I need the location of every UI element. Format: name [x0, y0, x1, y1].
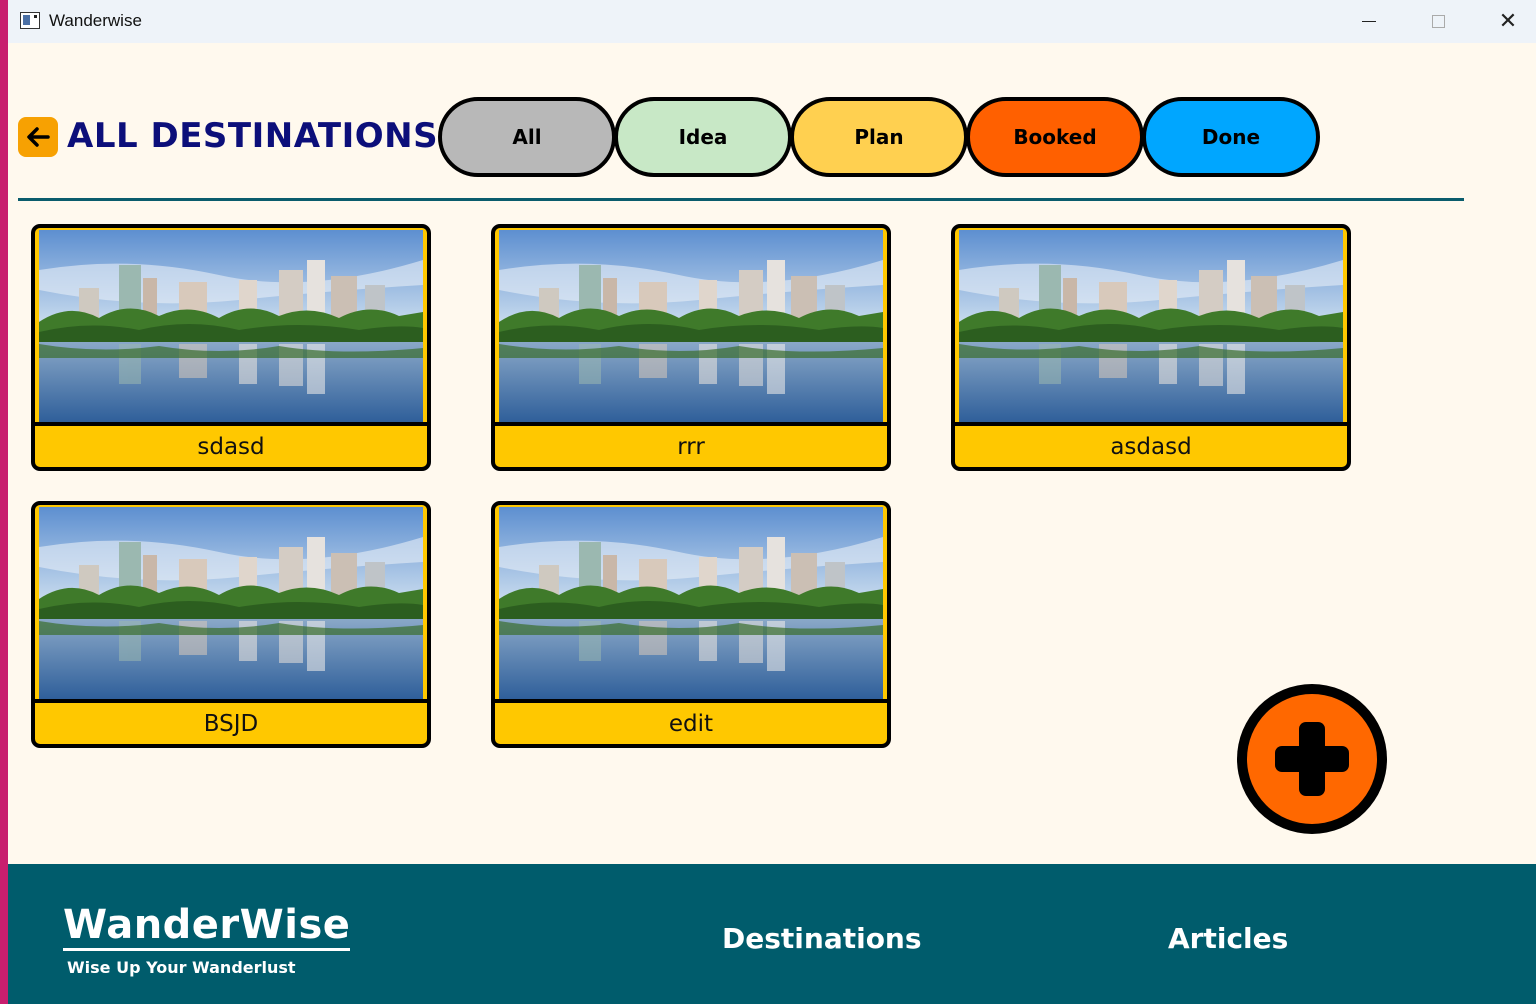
maximize-icon [1431, 15, 1445, 28]
destination-card[interactable]: BSJD [31, 501, 431, 748]
destination-name: BSJD [35, 699, 427, 744]
app-window: Wanderwise ✕ ALL DESTINATIONS All Idea P… [8, 0, 1536, 1004]
filter-booked-button[interactable]: Booked [966, 97, 1144, 177]
destination-card[interactable]: sdasd [31, 224, 431, 471]
destination-name: sdasd [35, 422, 427, 467]
filter-all-button[interactable]: All [438, 97, 616, 177]
add-destination-button[interactable] [1237, 684, 1387, 834]
destination-card[interactable]: asdasd [951, 224, 1351, 471]
destination-photo [499, 507, 883, 699]
header-divider [18, 198, 1464, 201]
filter-idea-button[interactable]: Idea [614, 97, 792, 177]
plus-icon [1247, 694, 1377, 824]
maximize-button[interactable] [1404, 0, 1472, 43]
window-title: Wanderwise [49, 11, 142, 30]
title-bar: Wanderwise ✕ [8, 0, 1536, 43]
app-icon [20, 12, 40, 29]
minimize-icon [1362, 20, 1376, 23]
destination-photo [499, 230, 883, 422]
destination-photo [39, 230, 423, 422]
destination-photo [39, 507, 423, 699]
filter-plan-button[interactable]: Plan [790, 97, 968, 177]
nav-destinations-link[interactable]: Destinations [722, 922, 922, 955]
footer-logo[interactable]: WanderWise [63, 902, 351, 951]
back-button[interactable] [18, 117, 58, 157]
close-button[interactable]: ✕ [1474, 0, 1536, 43]
destination-name: asdasd [955, 422, 1347, 467]
destination-card[interactable]: rrr [491, 224, 891, 471]
destination-photo [959, 230, 1343, 422]
destination-card[interactable]: edit [491, 501, 891, 748]
page-title: ALL DESTINATIONS [67, 116, 439, 156]
arrow-left-icon [27, 127, 50, 147]
footer-tagline: Wise Up Your Wanderlust [67, 958, 296, 977]
destination-name: edit [495, 699, 887, 744]
destination-name: rrr [495, 422, 887, 467]
filter-done-button[interactable]: Done [1142, 97, 1320, 177]
minimize-button[interactable] [1335, 0, 1403, 43]
footer: WanderWise Wise Up Your Wanderlust Desti… [8, 864, 1536, 1004]
nav-articles-link[interactable]: Articles [1168, 922, 1288, 955]
